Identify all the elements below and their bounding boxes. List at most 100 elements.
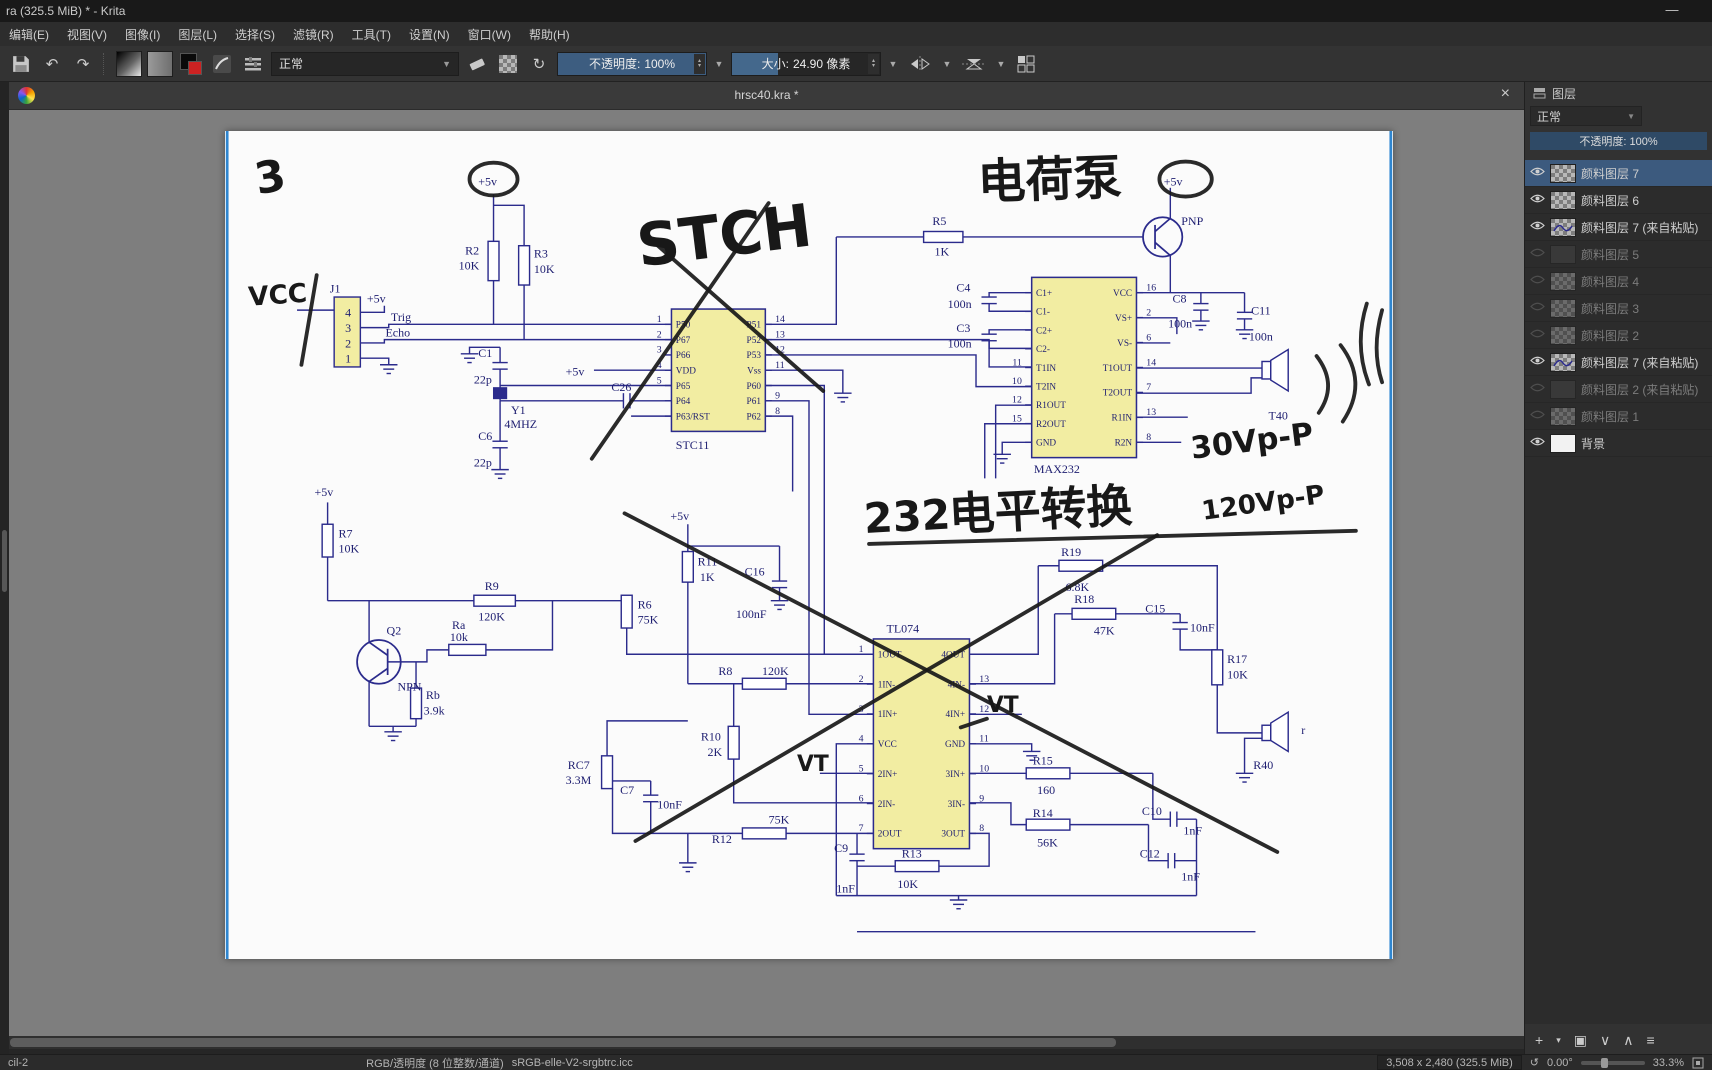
layer-visibility-toggle[interactable] (1530, 436, 1545, 450)
layer-visibility-toggle[interactable] (1530, 274, 1545, 288)
add-layer-button[interactable]: + (1535, 1032, 1543, 1048)
svg-text:GND: GND (945, 740, 965, 750)
layer-thumbnail (1550, 244, 1576, 264)
layer-row[interactable]: 颜料图层 1 (1525, 403, 1712, 430)
layer-row[interactable]: 颜料图层 7 (1525, 160, 1712, 187)
layer-visibility-toggle[interactable] (1530, 166, 1545, 180)
schematic-label: 160 (1037, 783, 1055, 797)
reload-preset-button[interactable]: ↻ (526, 51, 552, 77)
move-layer-up-button[interactable]: ∧ (1623, 1032, 1633, 1049)
layer-visibility-toggle[interactable] (1530, 409, 1545, 423)
layer-row[interactable]: 颜料图层 7 (来自粘贴) (1525, 214, 1712, 241)
preserve-alpha-toggle[interactable] (495, 51, 521, 77)
svg-text:2IN-: 2IN- (878, 800, 895, 810)
mirror-vertical-button[interactable] (959, 51, 989, 77)
mirror-horizontal-button[interactable] (905, 51, 935, 77)
gradient-chooser[interactable] (116, 50, 142, 77)
zoom-slider[interactable] (1580, 1057, 1645, 1068)
opacity-slider[interactable]: 不透明度: 100% ▴ ▾ (557, 51, 707, 76)
layer-properties-button[interactable]: ≡ (1646, 1032, 1654, 1048)
status-zoom[interactable]: 33.3% (1653, 1057, 1684, 1069)
eye-icon (1530, 221, 1545, 230)
menu-item[interactable]: 选择(S) (226, 23, 284, 46)
layer-list: 颜料图层 7 颜料图层 6 颜料图层 7 (来自粘贴) 颜料图层 5 颜料图层 4 颜料图… (1525, 160, 1712, 1024)
eraser-toggle[interactable] (464, 51, 490, 77)
rotation-reset-icon[interactable]: ↺ (1530, 1056, 1539, 1069)
save-button[interactable] (8, 51, 34, 77)
wraparound-mode-button[interactable] (1013, 51, 1039, 77)
eye-icon (1530, 194, 1545, 203)
schematic-label: PNP (1181, 214, 1203, 228)
layer-visibility-toggle[interactable] (1530, 247, 1545, 261)
layer-row[interactable]: 颜料图层 5 (1525, 241, 1712, 268)
status-rotation[interactable]: 0.00° (1547, 1057, 1573, 1069)
undo-button[interactable]: ↶ (39, 51, 65, 77)
schematic-label: 10nF (1190, 620, 1215, 634)
layer-visibility-toggle[interactable] (1530, 301, 1545, 315)
brush-size-spinner[interactable]: ▴ ▾ (868, 53, 879, 74)
layer-row[interactable]: 背景 (1525, 430, 1712, 457)
schematic-label: NPN (397, 679, 421, 693)
layer-opacity-slider[interactable]: 不透明度: 100% (1530, 132, 1707, 150)
menu-item[interactable]: 设置(N) (400, 23, 459, 46)
svg-text:C1+: C1+ (1036, 289, 1052, 299)
layer-row[interactable]: 颜料图层 6 (1525, 187, 1712, 214)
mirror-vertical-dropdown[interactable]: ▼ (994, 52, 1008, 76)
menu-item[interactable]: 编辑(E) (0, 23, 58, 46)
layer-blend-mode-select[interactable]: 正常 ▼ (1530, 106, 1642, 126)
menu-item[interactable]: 窗口(W) (459, 23, 520, 46)
schematic-label: Trig (391, 310, 411, 324)
brush-size-slider[interactable]: 大小: 24.90 像素 ▴ ▾ (731, 51, 881, 76)
schematic-label: C4 (956, 281, 970, 295)
brush-preset-chooser[interactable] (209, 51, 235, 77)
layer-visibility-toggle[interactable] (1530, 328, 1545, 342)
svg-text:C2-: C2- (1036, 345, 1050, 355)
layer-row[interactable]: 颜料图层 2 (来自粘贴) (1525, 376, 1712, 403)
mirror-horizontal-dropdown[interactable]: ▼ (940, 52, 954, 76)
brush-size-dropdown-arrow[interactable]: ▼ (886, 52, 900, 76)
schematic-label: 22p (474, 372, 492, 386)
layer-row[interactable]: 颜料图层 7 (来自粘贴) (1525, 349, 1712, 376)
status-profile: sRGB-elle-V2-srgbtrc.icc (511, 1056, 633, 1069)
pattern-chooser[interactable] (147, 50, 173, 77)
left-scrollbar[interactable] (0, 82, 9, 1054)
tab-close-icon[interactable]: × (1501, 85, 1510, 103)
schematic-label: 10K (1227, 667, 1248, 681)
menu-item[interactable]: 滤镜(R) (284, 23, 343, 46)
horizontal-scrollbar[interactable] (9, 1036, 1524, 1049)
menu-item[interactable]: 帮助(H) (520, 23, 579, 46)
menu-item[interactable]: 视图(V) (58, 23, 116, 46)
zoom-slider-handle[interactable] (1600, 1057, 1608, 1068)
svg-text:T2OUT: T2OUT (1103, 389, 1133, 399)
canvas-area[interactable]: P50 1 P67 2 P66 3 VDD 4 P65 5 P64 P63/RST P51 14 P52 13… (9, 110, 1524, 1036)
left-scrollbar-thumb[interactable] (2, 530, 7, 592)
document-tab-title[interactable]: hrsc40.kra * (734, 88, 798, 102)
horizontal-scrollbar-thumb[interactable] (10, 1038, 1116, 1047)
blend-mode-select[interactable]: 正常 ▼ (271, 51, 459, 76)
svg-text:8: 8 (979, 823, 984, 834)
layer-visibility-toggle[interactable] (1530, 355, 1545, 369)
layer-visibility-toggle[interactable] (1530, 193, 1545, 207)
schematic-label: 4MHZ (504, 417, 537, 431)
add-layer-dropdown[interactable]: ▾ (1556, 1035, 1561, 1046)
minimize-button[interactable]: — (1656, 2, 1688, 17)
layer-row[interactable]: 颜料图层 2 (1525, 322, 1712, 349)
layer-visibility-toggle[interactable] (1530, 382, 1545, 396)
duplicate-layer-button[interactable]: ▣ (1574, 1032, 1587, 1049)
menu-item[interactable]: 图层(L) (169, 23, 226, 46)
move-layer-down-button[interactable]: ∨ (1600, 1032, 1610, 1049)
menu-item[interactable]: 工具(T) (343, 23, 400, 46)
brush-editor-button[interactable] (240, 51, 266, 77)
zoom-fit-icon[interactable] (1692, 1057, 1704, 1069)
opacity-spinner[interactable]: ▴ ▾ (694, 53, 705, 74)
redo-button[interactable]: ↷ (70, 51, 96, 77)
layer-row[interactable]: 颜料图层 4 (1525, 268, 1712, 295)
menu-item[interactable]: 图像(I) (116, 23, 169, 46)
foreground-background-colors[interactable] (178, 51, 204, 77)
schematic-label: 100n (1168, 317, 1192, 331)
canvas-page[interactable]: P50 1 P67 2 P66 3 VDD 4 P65 5 P64 P63/RST P51 14 P52 13… (225, 131, 1393, 959)
opacity-dropdown-arrow[interactable]: ▼ (712, 52, 726, 76)
layer-visibility-toggle[interactable] (1530, 220, 1545, 234)
layer-row[interactable]: 颜料图层 3 (1525, 295, 1712, 322)
toolbar-separator (103, 52, 109, 75)
